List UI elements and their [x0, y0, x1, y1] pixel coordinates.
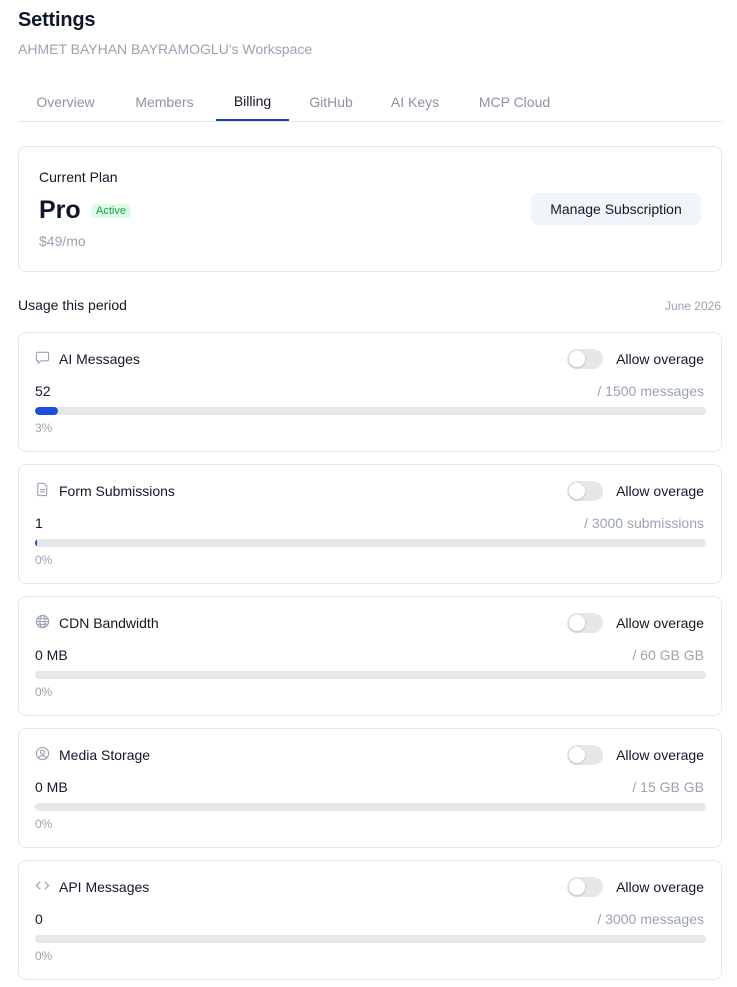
allow-overage-toggle[interactable]: [567, 613, 603, 633]
usage-count: 52: [35, 383, 51, 399]
usage-percent: 0%: [35, 949, 53, 963]
globe-icon: [35, 614, 51, 630]
allow-overage-toggle[interactable]: [567, 481, 603, 501]
usage-limit: / 60 GB GB: [632, 647, 704, 663]
usage-card-media-storage: Media Storage Allow overage 0 MB / 15 GB…: [18, 728, 722, 848]
usage-limit: / 3000 submissions: [584, 515, 704, 531]
usage-progress-bar: [35, 935, 706, 943]
allow-overage-label: Allow overage: [616, 615, 704, 631]
usage-limit: / 1500 messages: [597, 383, 704, 399]
tab-billing[interactable]: Billing: [216, 82, 289, 121]
toggle-knob: [569, 615, 585, 631]
usage-count: 0 MB: [35, 779, 68, 795]
usage-progress-fill: [35, 539, 37, 547]
usage-progress-bar: [35, 407, 706, 415]
workspace-name: AHMET BAYHAN BAYRAMOGLU's Workspace: [18, 41, 313, 57]
usage-percent: 3%: [35, 421, 53, 435]
chat-icon: [35, 350, 51, 366]
usage-name: Form Submissions: [59, 483, 175, 499]
usage-percent: 0%: [35, 553, 53, 567]
tab-overview[interactable]: Overview: [18, 82, 113, 122]
usage-progress-fill: [35, 407, 59, 415]
usage-name: AI Messages: [59, 351, 140, 367]
tab-ai-keys[interactable]: AI Keys: [381, 82, 449, 122]
current-plan-label: Current Plan: [39, 169, 118, 185]
allow-overage-toggle[interactable]: [567, 877, 603, 897]
usage-title: Usage this period: [18, 297, 127, 313]
code-icon: [35, 878, 51, 894]
usage-count: 1: [35, 515, 43, 531]
usage-name: API Messages: [59, 879, 150, 895]
toggle-knob: [569, 747, 585, 763]
usage-progress-bar: [35, 539, 706, 547]
manage-subscription-button[interactable]: Manage Subscription: [531, 193, 701, 225]
usage-card-api-messages: API Messages Allow overage 0 / 3000 mess…: [18, 860, 722, 980]
tab-mcp-cloud[interactable]: MCP Cloud: [467, 82, 562, 122]
status-badge: Active: [91, 204, 131, 218]
usage-card-form-submissions: Form Submissions Allow overage 1 / 3000 …: [18, 464, 722, 584]
usage-card-cdn-bandwidth: CDN Bandwidth Allow overage 0 MB / 60 GB…: [18, 596, 722, 716]
allow-overage-toggle[interactable]: [567, 745, 603, 765]
document-icon: [35, 482, 51, 498]
allow-overage-label: Allow overage: [616, 351, 704, 367]
usage-percent: 0%: [35, 817, 53, 831]
allow-overage-label: Allow overage: [616, 879, 704, 895]
usage-name: Media Storage: [59, 747, 151, 763]
usage-limit: / 15 GB GB: [632, 779, 704, 795]
plan-price: $49/mo: [39, 233, 86, 249]
usage-name: CDN Bandwidth: [59, 615, 159, 631]
plan-name: Pro: [39, 196, 81, 224]
toggle-knob: [569, 351, 585, 367]
usage-card-ai-messages: AI Messages Allow overage 52 / 1500 mess…: [18, 332, 722, 452]
allow-overage-label: Allow overage: [616, 747, 704, 763]
current-plan-card: Current Plan Pro Active $49/mo Manage Su…: [18, 146, 722, 272]
storage-icon: [35, 746, 51, 762]
page-title: Settings: [18, 9, 96, 31]
usage-percent: 0%: [35, 685, 53, 699]
usage-limit: / 3000 messages: [597, 911, 704, 927]
allow-overage-label: Allow overage: [616, 483, 704, 499]
usage-progress-fill: [35, 803, 37, 811]
settings-tabs: Overview Members Billing GitHub AI Keys …: [18, 82, 722, 122]
toggle-knob: [569, 483, 585, 499]
usage-progress-fill: [35, 671, 37, 679]
usage-count: 0: [35, 911, 43, 927]
usage-progress-fill: [35, 935, 37, 943]
tab-members[interactable]: Members: [123, 82, 206, 122]
usage-progress-bar: [35, 671, 706, 679]
allow-overage-toggle[interactable]: [567, 349, 603, 369]
usage-period: June 2026: [664, 299, 721, 313]
usage-count: 0 MB: [35, 647, 68, 663]
toggle-knob: [569, 879, 585, 895]
tab-github[interactable]: GitHub: [299, 82, 363, 122]
usage-progress-bar: [35, 803, 706, 811]
